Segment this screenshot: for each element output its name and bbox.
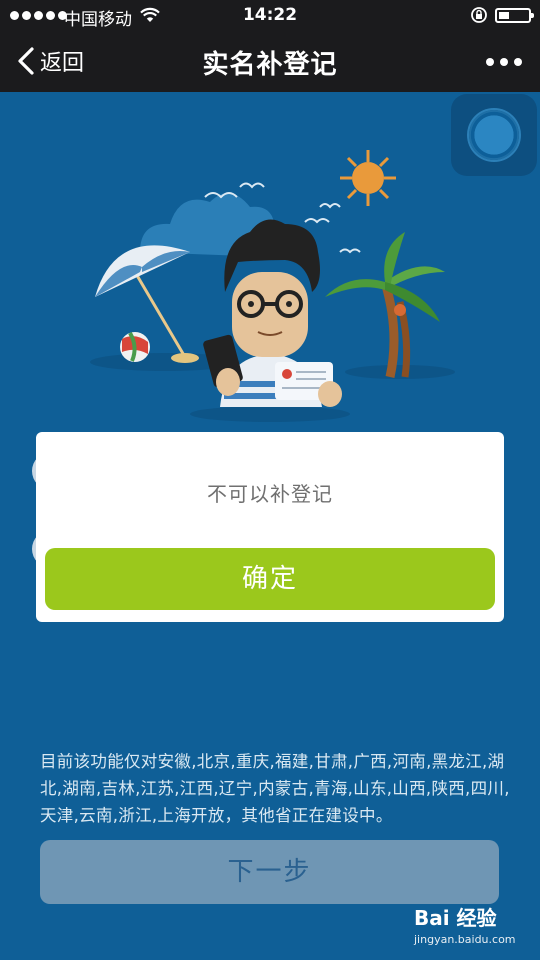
baidu-jingyan-watermark: Bai 经验 jingyan.baidu.com bbox=[414, 902, 516, 946]
battery-icon bbox=[495, 8, 534, 23]
more-button[interactable] bbox=[486, 58, 522, 66]
confirm-button[interactable]: 确定 bbox=[45, 548, 495, 610]
watermark-url: jingyan.baidu.com bbox=[414, 933, 516, 946]
page-title: 实名补登记 bbox=[202, 50, 338, 80]
supported-provinces-notice: 目前该功能仅对安徽,北京,重庆,福建,甘肃,广西,河南,黑龙江,湖北,湖南,吉林… bbox=[40, 752, 510, 825]
clock: 14:22 bbox=[242, 5, 298, 25]
status-bar: 中国移动 14:22 bbox=[0, 0, 540, 32]
assistive-touch-icon bbox=[469, 110, 519, 160]
beach-illustration bbox=[90, 150, 455, 422]
more-dots-icon bbox=[486, 58, 494, 66]
alert-dialog: 不可以补登记 确定 bbox=[36, 432, 504, 622]
next-step-button[interactable]: 下一步 bbox=[40, 840, 499, 904]
nav-bar: 返回 实名补登记 bbox=[0, 32, 540, 92]
watermark-brand: Bai 经验 bbox=[414, 906, 497, 930]
dialog-message: 不可以补登记 bbox=[207, 482, 333, 506]
rotation-lock-icon bbox=[471, 7, 487, 23]
